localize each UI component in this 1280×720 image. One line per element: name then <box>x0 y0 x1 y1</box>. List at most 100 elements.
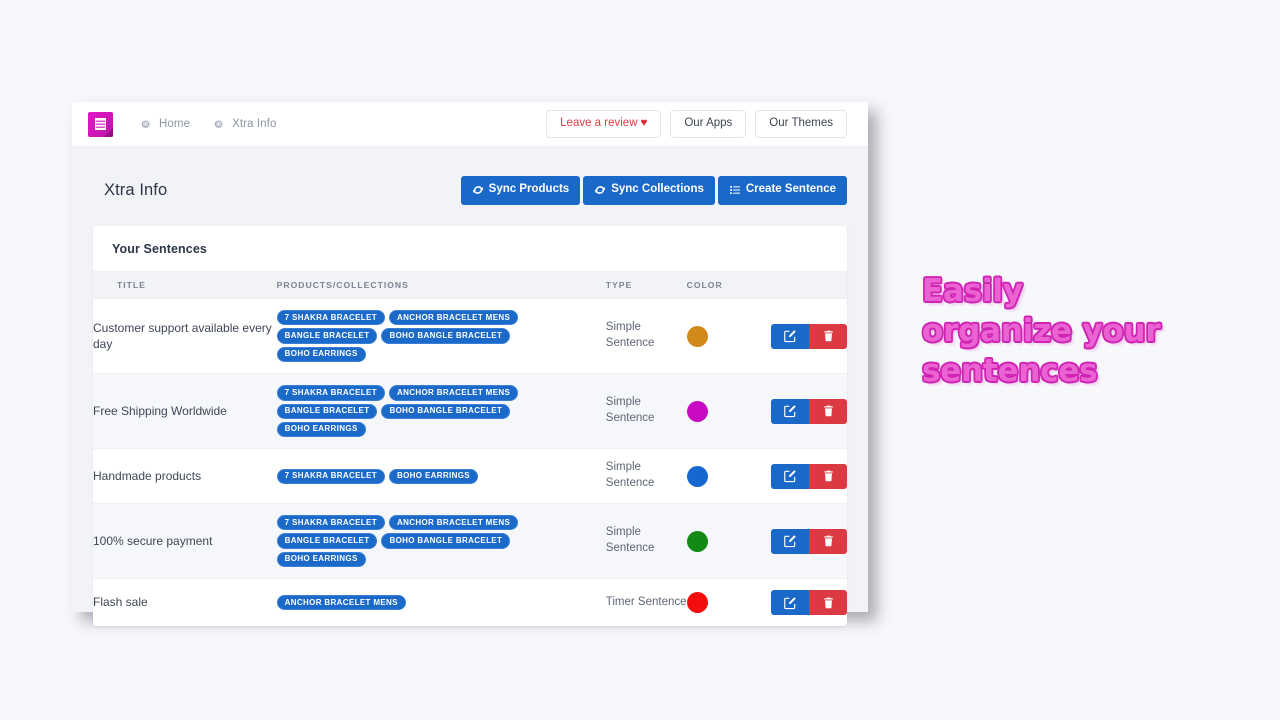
cell-sentence-title: Flash sale <box>93 595 148 610</box>
column-header-title: TITLE <box>93 272 277 299</box>
product-tag[interactable]: BOHO BANGLE BRACELET <box>381 403 511 419</box>
list-icon <box>729 186 740 194</box>
color-swatch <box>686 592 708 614</box>
table-row: Customer support available every day 7 SH… <box>93 299 847 374</box>
delete-sentence-button[interactable] <box>809 398 847 424</box>
product-tag[interactable]: 7 SHAKRA BRACELET <box>276 515 385 531</box>
nav-link-home[interactable]: Home <box>139 118 190 131</box>
cell-sentence-type: Simple Sentence <box>605 526 655 555</box>
your-sentences-card: Your Sentences TITLE PRODUCTS/COLLECTION… <box>93 226 847 627</box>
cell-actions <box>771 299 847 374</box>
cell-sentence-type: Simple Sentence <box>605 321 655 350</box>
edit-icon <box>784 596 796 609</box>
delete-sentence-button[interactable] <box>809 528 847 554</box>
table-header-row: TITLE PRODUCTS/COLLECTIONS TYPE COLOR <box>93 272 847 299</box>
edit-icon <box>784 470 796 483</box>
edit-sentence-button[interactable] <box>771 528 809 554</box>
product-tag[interactable]: ANCHOR BRACELET MENS <box>388 515 519 531</box>
edit-sentence-button[interactable] <box>771 463 809 489</box>
sync-collections-button[interactable]: Sync Collections <box>583 176 715 205</box>
product-tag[interactable]: BANGLE BRACELET <box>276 403 378 419</box>
our-apps-button[interactable]: Our Apps <box>670 109 747 139</box>
product-tag[interactable]: BANGLE BRACELET <box>276 533 378 549</box>
product-tag[interactable]: 7 SHAKRA BRACELET <box>276 385 385 401</box>
page-title: Xtra Info <box>104 181 168 199</box>
table-body: Customer support available every day 7 SH… <box>93 299 847 627</box>
product-tag[interactable]: ANCHOR BRACELET MENS <box>388 310 519 326</box>
top-navigation-bar: Home Xtra Info Leave a review ♥ Our Apps … <box>72 102 868 147</box>
product-tag[interactable]: BOHO EARRINGS <box>388 468 478 484</box>
cell-sentence-title: 100% secure payment <box>93 533 213 548</box>
heart-icon: ♥ <box>640 116 648 129</box>
color-swatch <box>686 530 708 552</box>
tag-list: 7 SHAKRA BRACELET ANCHOR BRACELET MENS BAN… <box>276 515 567 568</box>
sync-icon <box>595 186 606 194</box>
edit-icon <box>784 535 796 548</box>
cell-actions <box>771 579 847 627</box>
color-swatch <box>686 325 708 347</box>
column-header-products: PRODUCTS/COLLECTIONS <box>276 272 606 299</box>
cell-actions <box>771 374 847 449</box>
leave-a-review-button[interactable]: Leave a review ♥ <box>546 109 662 139</box>
cell-color <box>686 449 771 504</box>
product-tag[interactable]: BANGLE BRACELET <box>276 328 378 344</box>
marketing-caption: Easily organize your sentences <box>922 272 1222 392</box>
edit-sentence-button[interactable] <box>771 323 809 349</box>
cell-products-collections: 7 SHAKRA BRACELET BOHO EARRINGS <box>276 449 606 504</box>
edit-sentence-button[interactable] <box>771 590 809 616</box>
trash-icon <box>823 405 833 417</box>
our-themes-button[interactable]: Our Themes <box>755 109 847 139</box>
product-tag[interactable]: BOHO EARRINGS <box>276 551 366 568</box>
caption-line-2: organize your <box>922 312 1161 349</box>
row-action-button-group <box>771 463 847 489</box>
product-tag[interactable]: 7 SHAKRA BRACELET <box>276 468 385 484</box>
cell-color <box>686 299 771 374</box>
delete-sentence-button[interactable] <box>809 590 847 616</box>
cell-color <box>686 504 771 579</box>
cell-products-collections: 7 SHAKRA BRACELET ANCHOR BRACELET MENS BAN… <box>276 504 606 579</box>
sync-collections-label: Sync Collections <box>611 183 704 196</box>
product-tag[interactable]: BOHO EARRINGS <box>276 421 366 438</box>
caption-line-1: Easily <box>922 273 1023 309</box>
color-swatch <box>686 400 708 422</box>
cell-sentence-title: Handmade products <box>93 468 202 483</box>
sync-icon <box>472 186 483 194</box>
product-tag[interactable]: BOHO BANGLE BRACELET <box>381 328 511 344</box>
page-header: Xtra Info Sync Products Sync Collections <box>93 147 847 226</box>
row-action-button-group <box>771 590 847 616</box>
product-tag[interactable]: 7 SHAKRA BRACELET <box>276 310 385 326</box>
table-row: Handmade products 7 SHAKRA BRACELET BOHO E… <box>93 449 847 504</box>
column-header-actions <box>771 272 847 299</box>
sync-products-label: Sync Products <box>488 183 570 196</box>
edit-icon <box>784 405 796 418</box>
table-row: Flash sale ANCHOR BRACELET MENS Timer Sent… <box>93 579 847 627</box>
create-sentence-button[interactable]: Create Sentence <box>717 176 847 205</box>
nav-link-xtra-info[interactable]: Xtra Info <box>212 118 276 131</box>
tag-list: ANCHOR BRACELET MENS <box>276 595 567 611</box>
logo-lines-glyph <box>95 118 106 130</box>
row-action-button-group <box>771 528 847 554</box>
cell-actions <box>771 504 847 579</box>
product-tag[interactable]: ANCHOR BRACELET MENS <box>388 385 519 401</box>
cell-sentence-type: Simple Sentence <box>605 461 655 490</box>
app-list-logo-icon[interactable] <box>88 111 113 137</box>
delete-sentence-button[interactable] <box>809 463 847 489</box>
cell-sentence-type: Simple Sentence <box>605 396 655 425</box>
product-tag[interactable]: BOHO EARRINGS <box>276 346 366 363</box>
cell-color <box>686 374 771 449</box>
edit-icon <box>784 330 796 343</box>
trash-icon <box>823 535 833 547</box>
product-tag[interactable]: BOHO BANGLE BRACELET <box>381 533 511 549</box>
sentences-table: TITLE PRODUCTS/COLLECTIONS TYPE COLOR Cu… <box>93 272 847 626</box>
delete-sentence-button[interactable] <box>809 323 847 349</box>
edit-sentence-button[interactable] <box>771 398 809 424</box>
app-window: Home Xtra Info Leave a review ♥ Our Apps … <box>72 102 868 627</box>
sync-products-button[interactable]: Sync Products <box>460 176 581 205</box>
cell-products-collections: 7 SHAKRA BRACELET ANCHOR BRACELET MENS BAN… <box>276 299 606 374</box>
gear-icon <box>141 119 150 128</box>
product-tag[interactable]: ANCHOR BRACELET MENS <box>276 595 406 611</box>
trash-icon <box>823 330 833 342</box>
page-action-buttons: Sync Products Sync Collections Create Se… <box>460 176 847 205</box>
nav-links: Home Xtra Info <box>139 118 276 131</box>
cell-sentence-title: Customer support available every day <box>93 320 272 352</box>
